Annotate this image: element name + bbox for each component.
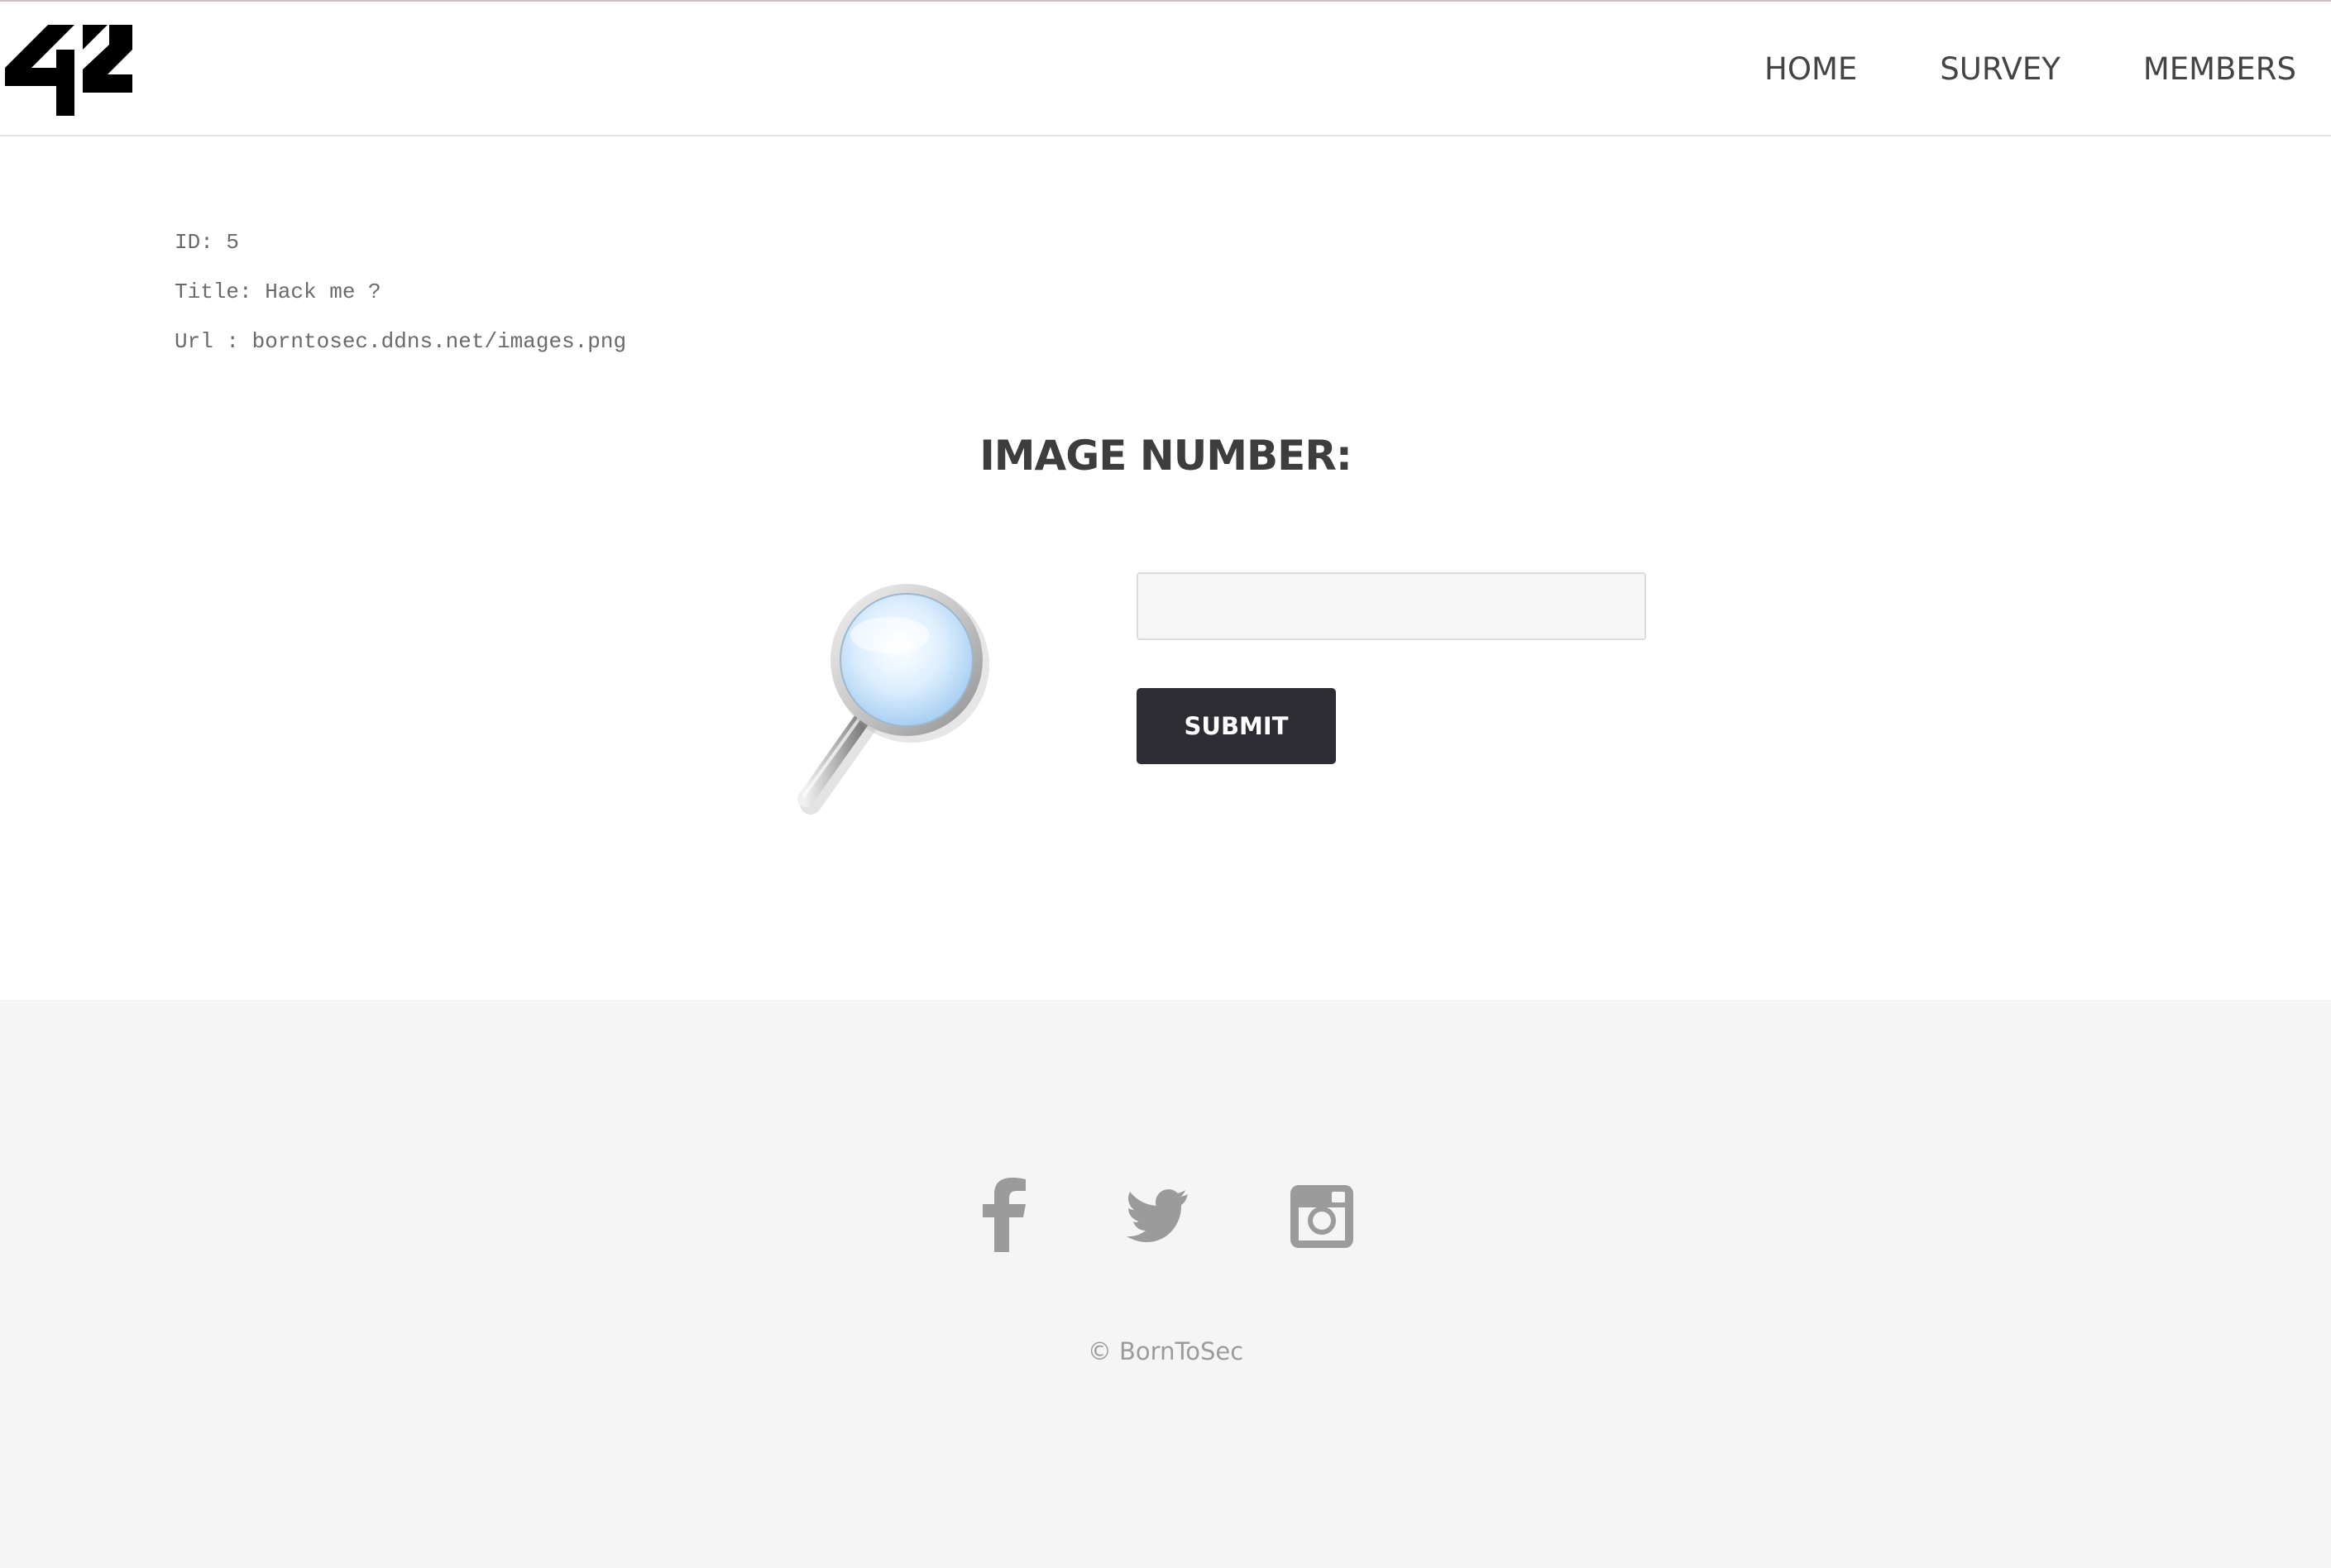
image-number-input[interactable] bbox=[1137, 572, 1646, 640]
page-heading: IMAGE NUMBER: bbox=[979, 432, 1352, 480]
nav-members-link[interactable]: MEMBERS bbox=[2143, 50, 2296, 89]
nav-home-link[interactable]: HOME bbox=[1764, 50, 1857, 89]
submit-button[interactable]: SUBMIT bbox=[1137, 688, 1336, 764]
main-nav: HOME SURVEY MEMBERS bbox=[1682, 50, 2296, 89]
site-footer bbox=[0, 1000, 2331, 1568]
image-info: ID: 5 Title: Hack me ? Url : borntosec.d… bbox=[175, 230, 626, 379]
42-logo[interactable] bbox=[5, 25, 132, 116]
magnifier-icon bbox=[797, 584, 989, 815]
copyright-text: © BornToSec bbox=[1087, 1337, 1244, 1365]
image-url: Url : borntosec.ddns.net/images.png bbox=[175, 329, 627, 354]
image-title: Title: Hack me ? bbox=[175, 280, 381, 304]
twitter-icon[interactable] bbox=[1123, 1178, 1189, 1252]
nav-survey-link[interactable]: SURVEY bbox=[1940, 50, 2061, 89]
site-header: HOME SURVEY MEMBERS bbox=[0, 0, 2331, 136]
facebook-icon[interactable] bbox=[976, 1178, 1034, 1252]
image-id: ID: 5 bbox=[175, 230, 240, 255]
instagram-icon[interactable] bbox=[1289, 1178, 1355, 1252]
